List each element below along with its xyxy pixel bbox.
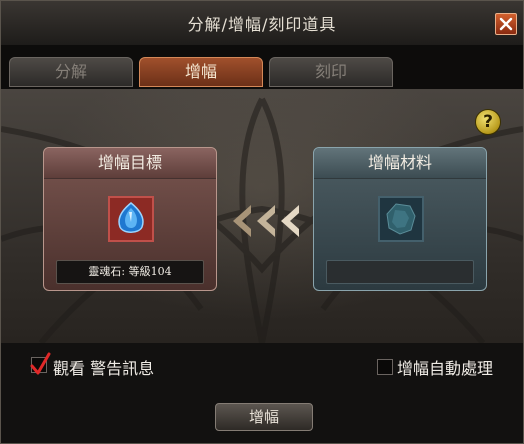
target-item-slot[interactable] <box>108 196 154 242</box>
blue-soul-gem-icon <box>118 202 144 233</box>
checkmark-icon <box>30 352 51 375</box>
enhance-target-box: 增幅目標 靈魂石: 等級104 <box>43 147 217 291</box>
close-button[interactable] <box>495 13 517 35</box>
warning-checkbox[interactable] <box>30 352 51 375</box>
enhance-material-box: 增幅材料 <box>313 147 487 291</box>
auto-enhance-checkbox[interactable] <box>377 359 393 375</box>
tab-bar: 分解 增幅 刻印 <box>1 45 523 89</box>
target-item-caption: 靈魂石: 等級104 <box>56 260 204 284</box>
tab-enhance[interactable]: 增幅 <box>139 57 263 87</box>
item-enhance-window: 分解/增幅/刻印道具 分解 增幅 刻印 ? 增幅目標 靈魂石: 等級104 增幅… <box>0 0 524 444</box>
material-item-caption <box>326 260 474 284</box>
gray-stone-icon <box>386 203 416 235</box>
enhance-panel: ? 增幅目標 靈魂石: 等級104 增幅材料 <box>1 89 523 343</box>
enhance-target-header: 增幅目標 <box>44 148 216 179</box>
enhance-button[interactable]: 增幅 <box>215 403 313 431</box>
triple-left-arrow-icon <box>233 205 299 237</box>
help-icon[interactable]: ? <box>475 109 501 135</box>
warning-option-label[interactable]: 觀看 警告訊息 <box>53 355 154 379</box>
options-footer: 觀看 警告訊息 增幅自動處理 增幅 <box>1 343 523 443</box>
close-icon <box>499 17 513 31</box>
auto-enhance-label[interactable]: 增幅自動處理 <box>397 355 493 379</box>
tab-disassemble[interactable]: 分解 <box>9 57 133 87</box>
window-title: 分解/增幅/刻印道具 <box>187 15 337 34</box>
title-bar[interactable]: 分解/增幅/刻印道具 <box>1 1 523 46</box>
material-item-slot[interactable] <box>378 196 424 242</box>
tab-engrave[interactable]: 刻印 <box>269 57 393 87</box>
enhance-material-header: 增幅材料 <box>314 148 486 179</box>
